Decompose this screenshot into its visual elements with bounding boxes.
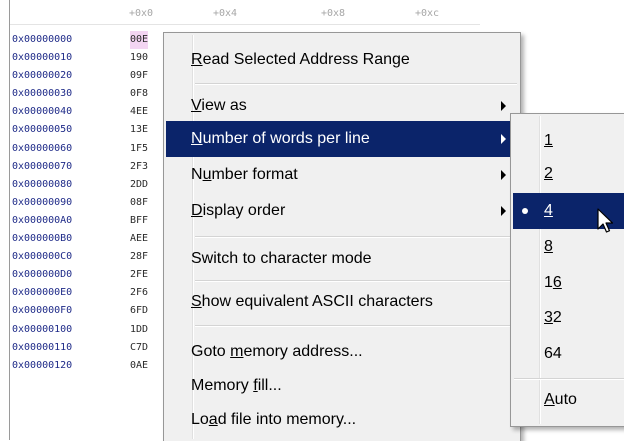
memory-value[interactable]: C7D — [130, 339, 148, 357]
memory-value[interactable]: 1F5 — [130, 140, 148, 158]
menu-item-label: Load file into memory... — [191, 411, 357, 428]
menu-item-label: View as — [191, 97, 247, 114]
checked-bullet-icon — [522, 208, 528, 214]
memory-address: 0x00000020 — [12, 70, 73, 82]
memory-address: 0x000000E0 — [12, 287, 73, 299]
menu-item-load-file-into-memory[interactable]: Load file into memory... — [166, 402, 518, 438]
menu-item-number-format[interactable]: Number format — [166, 157, 518, 193]
submenu-arrow-icon — [501, 170, 506, 180]
submenu-item-label: Auto — [544, 391, 577, 408]
menu-separator — [195, 280, 517, 282]
memory-value[interactable]: 08F — [130, 194, 148, 212]
menu-item-words-per-line[interactable]: Number of words per line — [166, 121, 518, 157]
submenu-item-2[interactable]: 2 — [513, 156, 624, 192]
mouse-cursor-icon — [597, 208, 614, 233]
menu-separator — [195, 325, 517, 327]
memory-value[interactable]: 2DD — [130, 176, 148, 194]
submenu-item-label: 2 — [544, 165, 553, 182]
memory-address: 0x000000A0 — [12, 214, 73, 226]
menu-separator — [195, 236, 517, 238]
memory-value[interactable]: 0F8 — [130, 85, 148, 103]
memory-value[interactable]: 1DD — [130, 321, 148, 339]
submenu-item-label: 16 — [544, 274, 562, 291]
menu-item-label: Display order — [191, 202, 286, 219]
memory-address: 0x00000080 — [12, 178, 73, 190]
memory-value[interactable]: BFF — [130, 212, 148, 230]
menu-item-label: Read Selected Address Range — [191, 51, 410, 68]
menu-item-view-as[interactable]: View as — [166, 88, 518, 124]
memory-value[interactable]: 28F — [130, 248, 148, 266]
memory-address: 0x00000060 — [12, 142, 73, 154]
header-divider — [10, 24, 480, 25]
menu-separator — [195, 83, 517, 85]
menu-item-label: Number format — [191, 166, 298, 183]
memory-value[interactable]: 13E — [130, 121, 148, 139]
menu-item-show-ascii[interactable]: Show equivalent ASCII characters — [166, 284, 518, 320]
memory-value[interactable]: AEE — [130, 230, 148, 248]
memory-value[interactable]: 190 — [130, 49, 148, 67]
submenu-item-label: 64 — [544, 345, 562, 362]
memory-view-left-border — [9, 0, 10, 440]
memory-value[interactable]: 6FD — [130, 302, 148, 320]
submenu-item-label: 32 — [544, 309, 562, 326]
submenu-item-32[interactable]: 32 — [513, 300, 624, 336]
submenu-item-label: 4 — [544, 202, 553, 219]
menu-item-label: Goto memory address... — [191, 343, 363, 360]
memory-address: 0x00000090 — [12, 196, 73, 208]
menu-item-goto-memory-address[interactable]: Goto memory address... — [166, 334, 518, 370]
memory-value[interactable]: 2FE — [130, 266, 148, 284]
submenu-item-label: 8 — [544, 238, 553, 255]
memory-address: 0x00000050 — [12, 124, 73, 136]
memory-context-menu: Read Selected Address Range View as Numb… — [163, 32, 521, 441]
menu-item-label: Number of words per line — [191, 130, 370, 147]
memory-address: 0x000000B0 — [12, 233, 73, 245]
menu-item-switch-character-mode[interactable]: Switch to character mode — [166, 241, 518, 277]
column-offset-8: +0x8 — [321, 8, 346, 19]
memory-value[interactable]: 00E — [130, 31, 149, 50]
submenu-arrow-icon — [501, 206, 506, 216]
column-offset-c: +0xc — [415, 8, 440, 19]
memory-value[interactable]: 09F — [130, 67, 148, 85]
memory-address: 0x00000000 — [12, 34, 73, 45]
memory-address: 0x00000010 — [12, 52, 73, 64]
memory-value[interactable]: 2F3 — [130, 158, 148, 176]
submenu-item-64[interactable]: 64 — [513, 336, 624, 372]
memory-address: 0x000000F0 — [12, 305, 73, 317]
menu-item-memory-fill[interactable]: Memory fill... — [166, 368, 518, 404]
submenu-item-auto[interactable]: Auto — [513, 382, 624, 418]
submenu-item-16[interactable]: 16 — [513, 265, 624, 301]
column-offset-4: +0x4 — [213, 8, 238, 19]
memory-address: 0x00000030 — [12, 88, 73, 100]
memory-address: 0x00000100 — [12, 323, 73, 335]
memory-value[interactable]: 2F6 — [130, 284, 148, 302]
submenu-item-1[interactable]: 1 — [513, 123, 624, 159]
memory-value[interactable]: 0AE — [130, 357, 148, 375]
submenu-arrow-icon — [501, 101, 506, 111]
memory-value[interactable]: 4EE — [130, 103, 148, 121]
submenu-item-label: 1 — [544, 132, 553, 149]
submenu-arrow-icon — [501, 134, 506, 144]
menu-separator — [514, 378, 624, 380]
column-offset-0: +0x0 — [129, 8, 154, 19]
words-per-line-submenu: 1 2 4 8 16 32 64 Auto — [510, 113, 624, 427]
menu-item-label: Show equivalent ASCII characters — [191, 293, 433, 310]
menu-item-label: Switch to character mode — [191, 250, 372, 267]
memory-address: 0x000000C0 — [12, 251, 73, 263]
menu-item-display-order[interactable]: Display order — [166, 193, 518, 229]
memory-address: 0x00000120 — [12, 359, 73, 371]
memory-address: 0x00000040 — [12, 106, 73, 118]
memory-address: 0x00000070 — [12, 160, 73, 172]
menu-item-label: Memory fill... — [191, 377, 282, 394]
memory-address: 0x00000110 — [12, 341, 73, 353]
memory-address: 0x000000D0 — [12, 269, 73, 281]
menu-item-read-selected-range[interactable]: Read Selected Address Range — [166, 42, 518, 78]
